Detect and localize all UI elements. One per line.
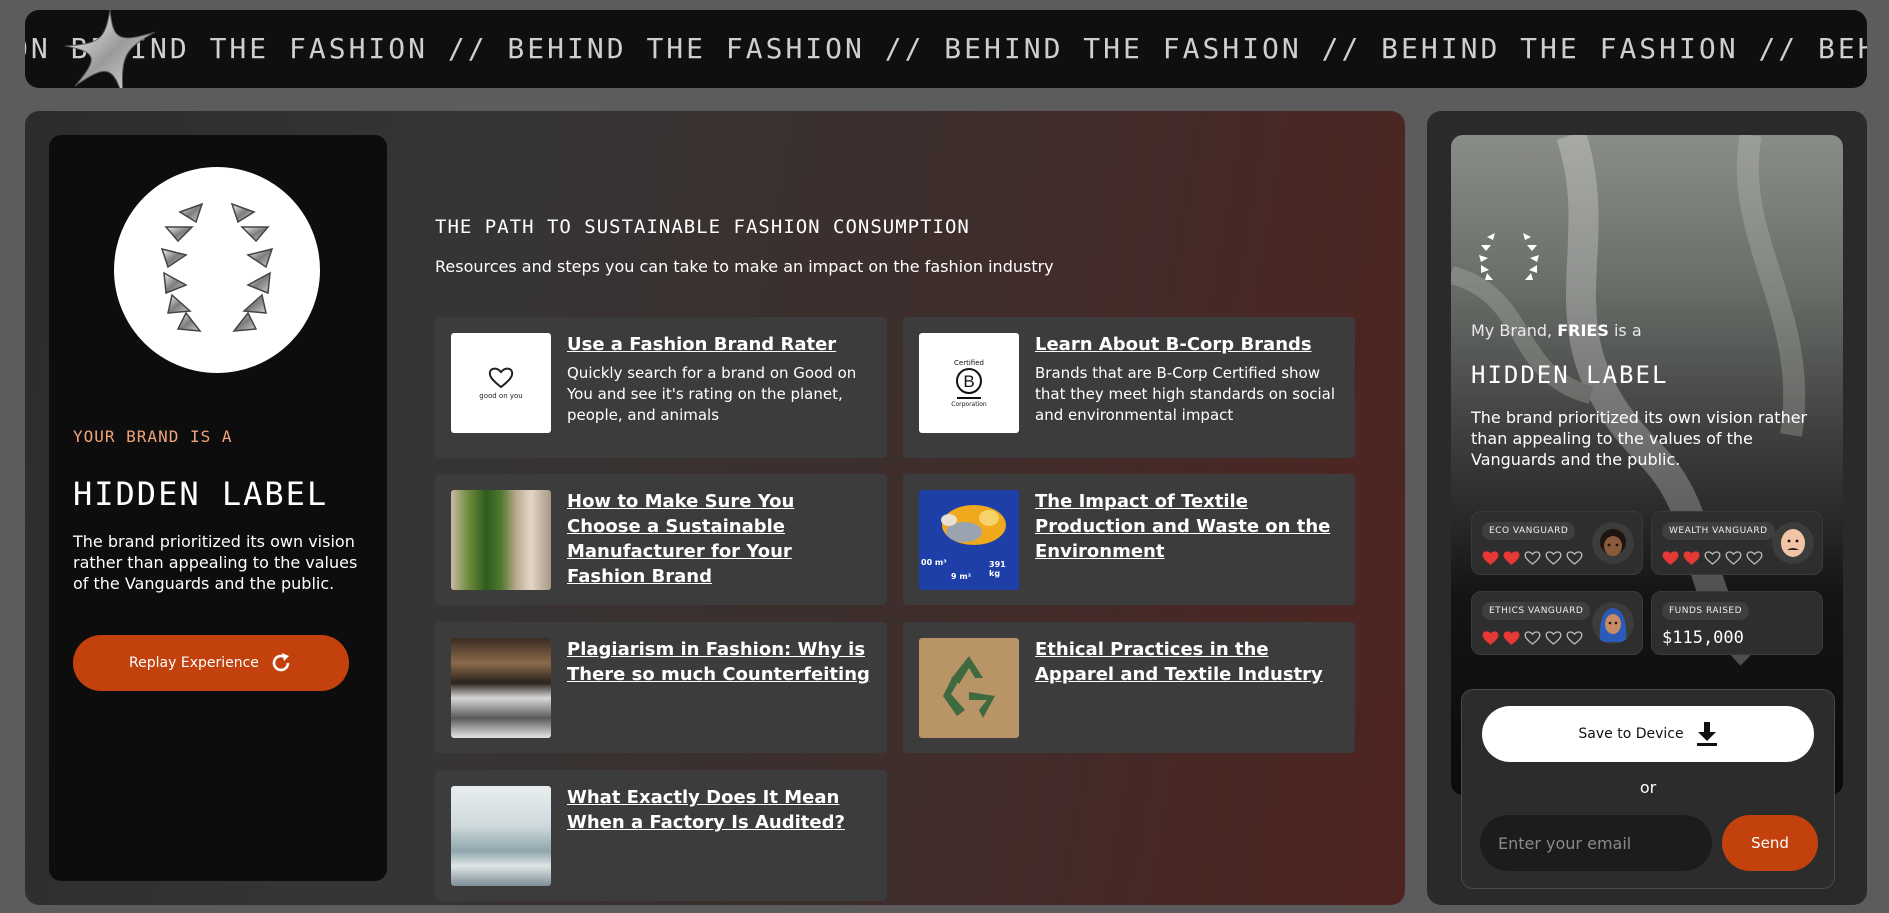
resource-title[interactable]: How to Make Sure You Choose a Sustainabl… [567,489,873,589]
laurel-wreath-icon [160,202,274,332]
heart-filled-icon [1683,551,1700,565]
resource-card-textile-impact[interactable]: 00 m³ 391 kg 9 m² The Impact of Textile … [903,474,1355,605]
good-on-you-wordmark: good on you [479,392,523,400]
save-label: Save to Device [1578,726,1684,742]
svg-text:B: B [963,372,974,391]
wealth-vanguard-avatar [1772,522,1814,564]
stat-label: FUNDS RAISED [1662,602,1750,620]
heart-filled-icon [1503,551,1520,565]
stat-label: WEALTH VANGUARD [1662,522,1775,540]
stat-label: ETHICS VANGUARD [1482,602,1591,620]
infographic-stat-3: 9 m² [951,572,972,581]
funds-raised-stat: FUNDS RAISED $115,000 [1651,591,1823,655]
share-brand-prefix: My Brand, [1471,321,1553,340]
resource-description: Quickly search for a brand on Good on Yo… [567,364,857,424]
recycle-cardboard-image [919,638,1019,738]
resource-card-factory-audit[interactable]: What Exactly Does It Mean When a Factory… [435,770,887,901]
b-corp-icon: B [956,367,982,399]
share-brand-name: FRIES [1557,321,1609,340]
heart-empty-icon [1566,551,1583,565]
recycle-icon [943,656,995,718]
stat-label: ECO VANGUARD [1482,522,1576,540]
infographic-stat-1: 00 m³ [921,558,947,567]
resource-card-fashion-brand-rater[interactable]: good on you Use a Fashion Brand Rater Qu… [435,317,887,458]
heart-empty-icon [1746,551,1763,565]
save-share-panel: Save to Device or Send [1461,689,1835,889]
resource-title[interactable]: Plagiarism in Fashion: Why is There so m… [567,637,873,687]
heart-filled-icon [1482,551,1499,565]
ethics-vanguard-avatar [1592,602,1634,644]
share-description: The brand prioritized its own vision rat… [1471,408,1808,469]
share-brand-line: My Brand, FRIES is a [1471,321,1642,340]
heart-filled-icon [1662,551,1679,565]
marquee-banner: ON BEHIND THE FASHION // BEHIND THE FASH… [25,10,1867,88]
rating-hearts [1662,550,1763,565]
heart-filled-icon [1503,631,1520,645]
heart-filled-icon [1482,631,1499,645]
infographic-stat-2: 391 kg [989,560,1006,578]
resource-title[interactable]: Use a Fashion Brand Rater [567,332,873,357]
replay-label: Replay Experience [129,655,259,671]
download-icon [1696,722,1717,746]
b-corp-logo: Certified B Corporation [919,333,1019,433]
heart-empty-icon [1566,631,1583,645]
heart-empty-icon [1704,551,1721,565]
result-card: YOUR BRAND IS A HIDDEN LABEL The brand p… [49,135,387,881]
save-to-device-button[interactable]: Save to Device [1482,706,1814,762]
send-button[interactable]: Send [1722,815,1818,871]
factory-floor-image [451,786,551,886]
heart-empty-icon [1545,551,1562,565]
marquee-text: ON BEHIND THE FASHION // BEHIND THE FASH… [25,32,1867,65]
ethics-vanguard-stat: ETHICS VANGUARD [1471,591,1643,655]
heart-empty-icon [1725,551,1742,565]
resource-title[interactable]: Ethical Practices in the Apparel and Tex… [1035,637,1341,687]
heart-empty-icon [1524,631,1541,645]
resource-title[interactable]: Learn About B-Corp Brands [1035,332,1341,357]
textile-waste-infographic: 00 m³ 391 kg 9 m² [919,490,1019,590]
resource-title[interactable]: The Impact of Textile Production and Was… [1035,489,1341,564]
laurel-emblem [114,167,320,373]
resource-card-sustainable-manufacturer[interactable]: How to Make Sure You Choose a Sustainabl… [435,474,887,605]
or-divider: or [1639,778,1657,797]
rating-hearts [1482,630,1583,645]
eco-vanguard-stat: ECO VANGUARD [1471,511,1643,575]
b-corp-certified-text: Certified [954,358,984,367]
result-description: The brand prioritized its own vision rat… [73,532,358,593]
eco-vanguard-avatar [1592,522,1634,564]
laurel-wreath-icon [1479,233,1539,280]
resource-card-ethical-practices[interactable]: Ethical Practices in the Apparel and Tex… [903,622,1355,753]
heart-empty-icon [1524,551,1541,565]
resource-title[interactable]: What Exactly Does It Mean When a Factory… [567,785,873,835]
email-input[interactable] [1480,815,1712,871]
path-subtitle: Resources and steps you can take to make… [435,257,1054,276]
share-title: HIDDEN LABEL [1471,361,1669,389]
good-on-you-logo: good on you [451,333,551,433]
result-title: HIDDEN LABEL [73,475,329,513]
refresh-icon [272,653,290,672]
result-eyebrow: YOUR BRAND IS A [73,427,233,446]
wealth-vanguard-stat: WEALTH VANGUARD [1651,511,1823,575]
path-title: THE PATH TO SUSTAINABLE FASHION CONSUMPT… [435,216,970,238]
resource-card-plagiarism[interactable]: Plagiarism in Fashion: Why is There so m… [435,622,887,753]
b-corp-corporation-text: Corporation [951,400,987,408]
main-panel: YOUR BRAND IS A HIDDEN LABEL The brand p… [25,111,1405,905]
replay-experience-button[interactable]: Replay Experience [73,635,349,691]
share-panel: My Brand, FRIES is a HIDDEN LABEL The br… [1427,111,1867,905]
resource-card-b-corp[interactable]: Certified B Corporation Learn About B-Co… [903,317,1355,458]
runway-collage-image [451,638,551,738]
heart-empty-icon [1545,631,1562,645]
funds-value: $115,000 [1662,628,1744,648]
rating-hearts [1482,550,1583,565]
clothing-rack-image [451,490,551,590]
share-brand-suffix: is a [1613,321,1642,340]
sparkle-star-icon [65,10,155,88]
heart-outline-icon [488,367,514,388]
resource-description: Brands that are B-Corp Certified show th… [1035,364,1336,424]
